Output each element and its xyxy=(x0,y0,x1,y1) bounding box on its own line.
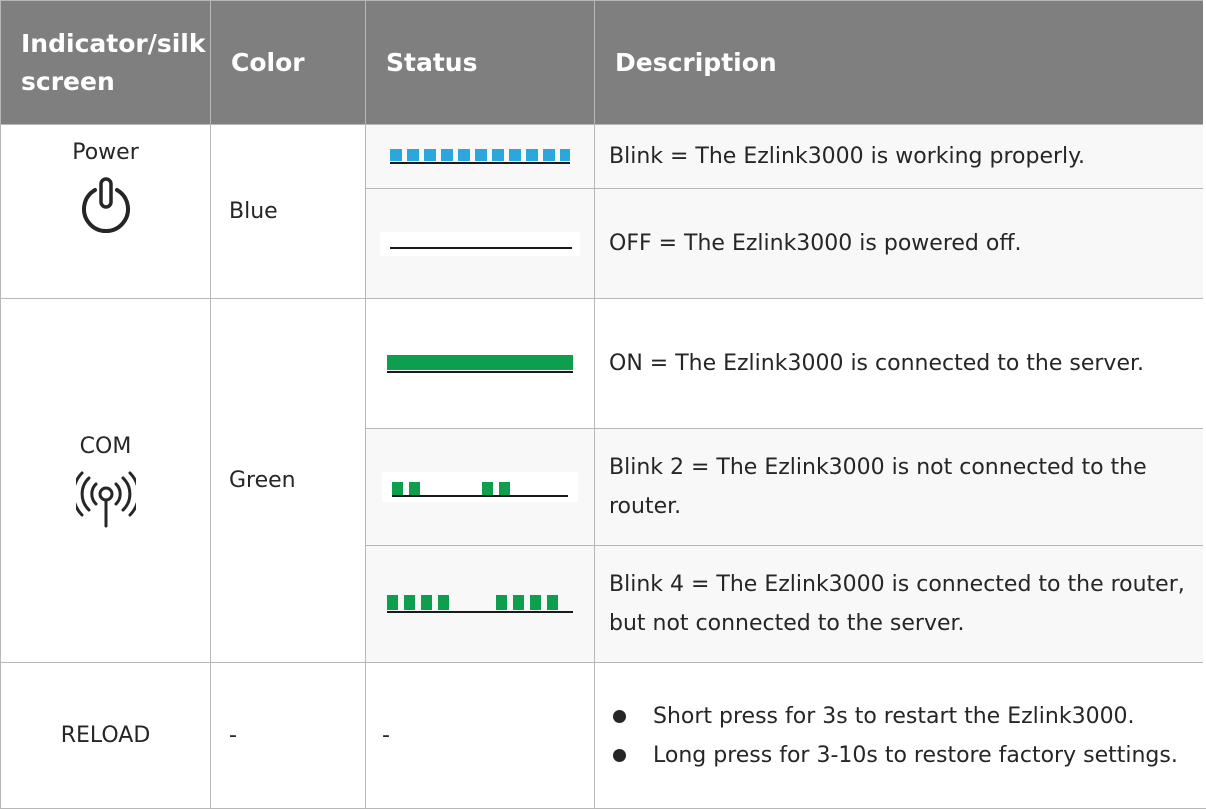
status-com-blink2 xyxy=(366,429,595,546)
status-power-off xyxy=(366,189,595,299)
bullet-text: Long press for 3-10s to restore factory … xyxy=(653,743,1178,768)
header-color: Color xyxy=(211,1,366,125)
led-off-indicator xyxy=(380,232,580,256)
table-header-row: Indicator/silkscreen Color Status Descri… xyxy=(1,1,1206,125)
desc-com-blink2: Blink 2 = The Ezlink3000 is not connecte… xyxy=(595,429,1206,546)
bullet-dot xyxy=(613,749,626,762)
desc-power-blink: Blink = The Ezlink3000 is working proper… xyxy=(595,125,1206,189)
indicator-table: Indicator/silkscreen Color Status Descri… xyxy=(0,0,1206,809)
power-icon xyxy=(76,176,136,236)
desc-reload: Short press for 3s to restart the Ezlink… xyxy=(595,663,1206,809)
led-blink-blue-indicator xyxy=(390,147,570,167)
indicator-reload-label: RELOAD xyxy=(1,663,211,809)
color-reload: - xyxy=(211,663,366,809)
status-reload: - xyxy=(366,663,595,809)
desc-com-blink4: Blink 4 = The Ezlink3000 is connected to… xyxy=(595,546,1206,663)
led-on-green-indicator xyxy=(387,353,573,375)
status-com-on xyxy=(366,299,595,429)
table-row: COM Green xyxy=(1,299,1206,429)
indicator-power-label: Power xyxy=(1,133,210,172)
color-power: Blue xyxy=(211,125,366,299)
status-power-blink xyxy=(366,125,595,189)
desc-power-off: OFF = The Ezlink3000 is powered off. xyxy=(595,189,1206,299)
header-indicator: Indicator/silkscreen xyxy=(1,1,211,125)
list-item: Long press for 3-10s to restore factory … xyxy=(609,736,1206,775)
indicator-com-cell: COM xyxy=(1,299,211,663)
bullet-dot xyxy=(613,710,626,723)
color-com: Green xyxy=(211,299,366,663)
header-description: Description xyxy=(595,1,1206,125)
table-row: Power Blue xyxy=(1,125,1206,189)
status-com-blink4 xyxy=(366,546,595,663)
led-blink-4-green-indicator xyxy=(385,593,575,615)
indicator-power-cell: Power xyxy=(1,125,211,299)
header-status: Status xyxy=(366,1,595,125)
list-item: Short press for 3s to restart the Ezlink… xyxy=(609,697,1206,736)
led-blink-2-green-indicator xyxy=(382,472,578,502)
table-row: RELOAD - - Short press for 3s to restart… xyxy=(1,663,1206,809)
indicator-com-label: COM xyxy=(1,427,210,466)
reload-bullet-list: Short press for 3s to restart the Ezlink… xyxy=(609,697,1206,775)
desc-com-on: ON = The Ezlink3000 is connected to the … xyxy=(595,299,1206,429)
bullet-text: Short press for 3s to restart the Ezlink… xyxy=(653,704,1135,729)
wireless-antenna-icon xyxy=(76,470,136,534)
